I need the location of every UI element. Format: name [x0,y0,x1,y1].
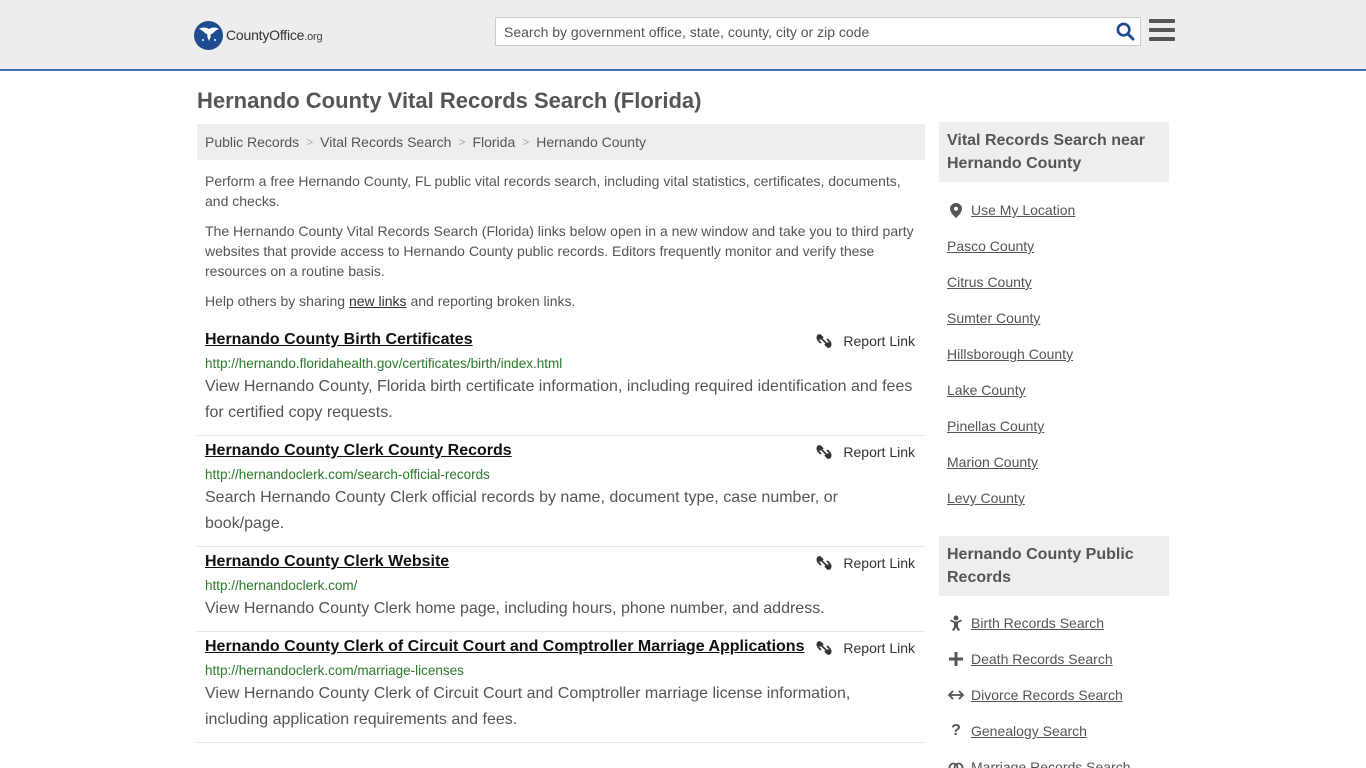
result-item: Hernando County Clerk Website Report Lin… [197,547,925,632]
nearby-county-item: Levy County [947,480,1169,516]
public-records-list: Birth Records Search Death Records Searc… [947,605,1169,768]
intro-paragraph-2: The Hernando County Vital Records Search… [205,223,914,279]
nearby-heading: Vital Records Search near Hernando Count… [939,122,1169,182]
result-url[interactable]: http://hernandoclerk.com/ [205,576,917,596]
rings-icon [947,761,965,768]
nearby-county-link[interactable]: Lake County [947,382,1026,398]
result-title-link[interactable]: Hernando County Birth Certificates [205,330,473,350]
broken-link-icon [816,445,832,459]
report-link-button[interactable]: Report Link [816,444,915,460]
site-logo[interactable]: CountyOffice.org [194,20,323,50]
breadcrumb-vital-records[interactable]: Vital Records Search [320,134,451,150]
nearby-county-link[interactable]: Pinellas County [947,418,1044,434]
nearby-county-item: Lake County [947,372,1169,408]
search-input[interactable] [496,18,1110,45]
nearby-county-item: Hillsborough County [947,336,1169,372]
public-record-link[interactable]: Marriage Records Search [971,759,1131,768]
intro-text: Perform a free Hernando County, FL publi… [205,171,917,321]
result-url[interactable]: http://hernandoclerk.com/search-official… [205,465,917,485]
result-item: Hernando County Clerk County Records Rep… [197,436,925,547]
intro-paragraph-1: Perform a free Hernando County, FL publi… [205,173,901,209]
result-title-link[interactable]: Hernando County Clerk County Records [205,441,512,461]
hamburger-menu-icon[interactable] [1149,19,1175,43]
public-record-link[interactable]: Death Records Search [971,651,1113,667]
public-record-item: Divorce Records Search [947,677,1169,713]
public-record-link[interactable]: Divorce Records Search [971,687,1123,703]
breadcrumb-separator: > [458,135,466,149]
public-record-link[interactable]: Genealogy Search [971,723,1087,739]
nearby-county-link[interactable]: Citrus County [947,274,1032,290]
logo-wordmark: CountyOffice.org [226,27,323,43]
search-bar [495,17,1141,46]
public-records-heading: Hernando County Public Records [939,536,1169,596]
question-mark-icon: ? [951,722,961,739]
intro-paragraph-3: Help others by sharing new links and rep… [205,293,576,309]
public-record-link[interactable]: Birth Records Search [971,615,1104,631]
nearby-counties-list: Use My Location Pasco County Citrus Coun… [947,192,1169,516]
result-title-link[interactable]: Hernando County Clerk of Circuit Court a… [205,637,804,657]
nearby-county-link[interactable]: Pasco County [947,238,1034,254]
report-link-button[interactable]: Report Link [816,333,915,349]
result-item: Hernando County Clerk of Circuit Court a… [197,632,925,743]
report-link-button[interactable]: Report Link [816,640,915,656]
nearby-county-item: Pinellas County [947,408,1169,444]
public-record-item: Birth Records Search [947,605,1169,641]
result-description: View Hernando County, Florida birth cert… [205,378,913,421]
result-title-link[interactable]: Hernando County Clerk Website [205,552,449,572]
result-url[interactable]: http://hernando.floridahealth.gov/certif… [205,354,917,374]
breadcrumb-hernando-county[interactable]: Hernando County [536,134,646,150]
result-description: View Hernando County Clerk of Circuit Co… [205,685,851,728]
result-url[interactable]: http://hernandoclerk.com/marriage-licens… [205,661,917,681]
result-item: Hernando County Birth Certificates Repor… [197,325,925,436]
nearby-county-item: Pasco County [947,228,1169,264]
cross-icon [947,652,965,666]
split-arrows-icon [947,689,965,701]
nearby-county-item: Marion County [947,444,1169,480]
public-record-item: Death Records Search [947,641,1169,677]
breadcrumb-florida[interactable]: Florida [472,134,515,150]
use-location-item: Use My Location [947,192,1169,228]
nearby-county-link[interactable]: Sumter County [947,310,1040,326]
public-record-item: ? Genealogy Search [947,713,1169,749]
page-title: Hernando County Vital Records Search (Fl… [197,88,702,113]
nearby-county-link[interactable]: Levy County [947,490,1025,506]
breadcrumb-separator: > [306,135,314,149]
nearby-county-link[interactable]: Hillsborough County [947,346,1073,362]
site-header: CountyOffice.org [0,0,1366,71]
public-record-item: Marriage Records Search [947,749,1169,768]
search-icon [1116,22,1135,41]
baby-icon [947,615,965,631]
broken-link-icon [816,641,832,655]
result-description: View Hernando County Clerk home page, in… [205,600,825,617]
nearby-county-item: Citrus County [947,264,1169,300]
broken-link-icon [816,334,832,348]
eagle-seal-icon [194,20,223,50]
breadcrumb: Public Records > Vital Records Search > … [197,124,925,160]
nearby-county-item: Sumter County [947,300,1169,336]
new-links-link[interactable]: new links [349,293,407,309]
broken-link-icon [816,556,832,570]
use-my-location-link[interactable]: Use My Location [971,202,1075,218]
report-link-button[interactable]: Report Link [816,555,915,571]
breadcrumb-public-records[interactable]: Public Records [205,134,299,150]
map-pin-icon [947,202,965,218]
results-list: Hernando County Birth Certificates Repor… [197,325,925,743]
nearby-county-link[interactable]: Marion County [947,454,1038,470]
breadcrumb-separator: > [522,135,530,149]
result-description: Search Hernando County Clerk official re… [205,489,838,532]
search-button[interactable] [1110,18,1140,45]
